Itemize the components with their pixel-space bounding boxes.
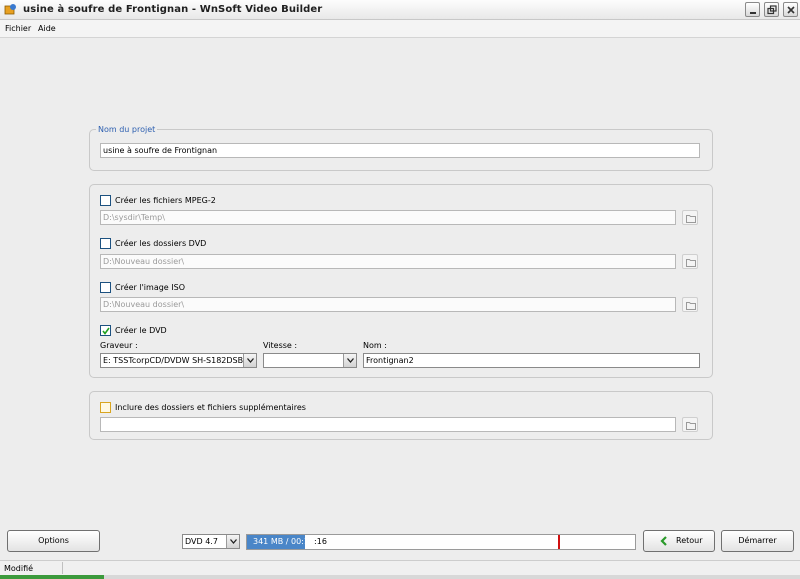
back-label: Retour: [676, 536, 703, 545]
mpeg-path-input[interactable]: D:\sysdir\Temp\: [100, 210, 676, 225]
disc-type-select[interactable]: DVD 4.7: [182, 534, 240, 549]
progress-rest: :16: [314, 537, 327, 546]
menu-aide[interactable]: Aide: [38, 24, 56, 33]
taskbar-strip: [0, 575, 800, 579]
progress-highlight: 341 MB / 00:10: [253, 537, 315, 546]
disc-name-label: Nom :: [363, 341, 387, 350]
folder-icon: [686, 422, 696, 430]
window-title: usine à soufre de Frontignan - WnSoft Vi…: [23, 4, 323, 15]
capacity-marker: [558, 535, 560, 549]
title-bar: usine à soufre de Frontignan - WnSoft Vi…: [0, 0, 800, 20]
speed-select[interactable]: [263, 353, 357, 368]
menu-bar: Fichier Aide: [0, 20, 800, 38]
burner-dropdown-arrow[interactable]: [243, 354, 256, 367]
menu-fichier[interactable]: Fichier: [5, 24, 31, 33]
back-arrow-icon: [660, 536, 667, 546]
project-name-input[interactable]: usine à soufre de Frontignan: [100, 143, 700, 158]
taskbar-active-item: [0, 575, 104, 579]
disc-type-dropdown-arrow[interactable]: [226, 535, 239, 548]
mpeg-browse-button[interactable]: [682, 210, 698, 225]
start-button[interactable]: Démarrer: [721, 530, 794, 552]
iso-browse-button[interactable]: [682, 297, 698, 312]
folder-icon: [686, 259, 696, 267]
burner-value: E: TSSTcorpCD/DVDW SH-S182DSB0: [103, 356, 249, 365]
chevron-down-icon: [230, 539, 237, 544]
close-icon: [787, 6, 795, 14]
project-name-legend: Nom du projet: [96, 125, 158, 134]
dvd-folders-label: Créer les dossiers DVD: [115, 239, 207, 248]
chevron-down-icon: [247, 358, 254, 363]
iso-label: Créer l'image ISO: [115, 283, 185, 292]
status-text: Modifié: [4, 564, 34, 573]
extra-files-path-input[interactable]: [100, 417, 676, 432]
burn-dvd-label: Créer le DVD: [115, 326, 167, 335]
folder-icon: [686, 302, 696, 310]
extra-files-checkbox[interactable]: [100, 402, 111, 413]
dvd-folders-browse-button[interactable]: [682, 254, 698, 269]
progress-text: 341 MB / 00:10:16: [253, 537, 327, 546]
folder-icon: [686, 215, 696, 223]
burner-label: Graveur :: [100, 341, 138, 350]
restore-icon: [767, 5, 777, 15]
iso-checkbox[interactable]: [100, 282, 111, 293]
speed-dropdown-arrow[interactable]: [343, 354, 356, 367]
minimize-icon: [750, 12, 756, 14]
extra-files-group: [89, 391, 713, 440]
burner-select[interactable]: E: TSSTcorpCD/DVDW SH-S182DSB0: [100, 353, 257, 368]
chevron-down-icon: [347, 358, 354, 363]
status-separator: [62, 562, 63, 574]
disc-usage-progress: 341 MB / 00:10:16: [246, 534, 636, 550]
disc-type-value: DVD 4.7: [185, 537, 218, 546]
burn-dvd-checkbox[interactable]: [100, 325, 111, 336]
options-button[interactable]: Options: [7, 530, 100, 552]
mpeg-label: Créer les fichiers MPEG-2: [115, 196, 216, 205]
speed-label: Vitesse :: [263, 341, 298, 350]
checkmark-icon: [102, 327, 110, 335]
restore-button[interactable]: [764, 2, 779, 17]
extra-files-browse-button[interactable]: [682, 417, 698, 432]
minimize-button[interactable]: [745, 2, 760, 17]
disc-name-input[interactable]: Frontignan2: [363, 353, 700, 368]
close-button[interactable]: [783, 2, 798, 17]
dvd-folders-path-input[interactable]: D:\Nouveau dossier\: [100, 254, 676, 269]
app-icon: [4, 3, 17, 16]
extra-files-label: Inclure des dossiers et fichiers supplém…: [115, 403, 306, 412]
mpeg-checkbox[interactable]: [100, 195, 111, 206]
dvd-folders-checkbox[interactable]: [100, 238, 111, 249]
back-button[interactable]: Retour: [643, 530, 715, 552]
iso-path-input[interactable]: D:\Nouveau dossier\: [100, 297, 676, 312]
